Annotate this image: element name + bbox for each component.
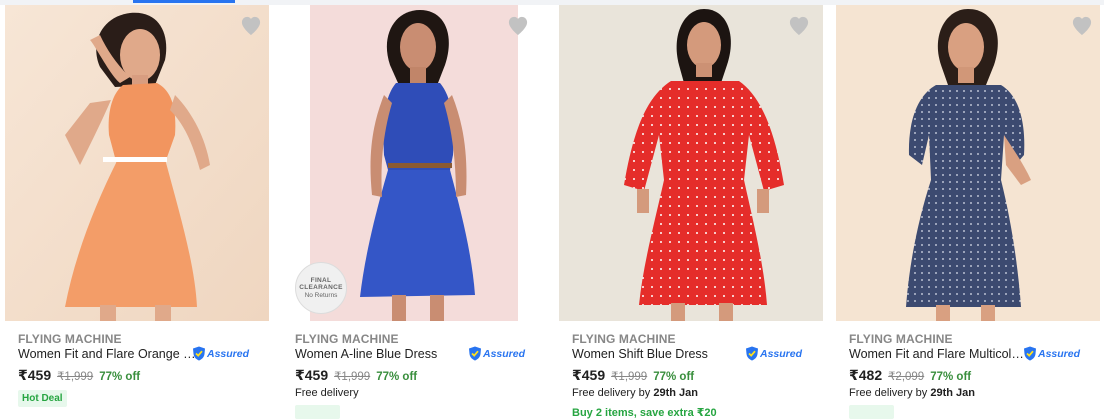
product-photo-navy-dress	[836, 5, 1100, 321]
product-brand: FLYING MACHINE	[849, 332, 953, 346]
delivery-date: 29th Jan	[930, 387, 975, 399]
product-image[interactable]	[5, 5, 269, 321]
product-brand: FLYING MACHINE	[295, 332, 399, 346]
original-price: ₹1,999	[611, 371, 648, 383]
offer-chip	[295, 405, 340, 419]
delivery-info: Free delivery by 29th Jan	[572, 387, 698, 399]
product-brand: FLYING MACHINE	[572, 332, 676, 346]
stamp-line-final: FINAL	[310, 276, 332, 284]
selling-price: ₹459	[18, 367, 52, 383]
delivery-text: Free delivery by	[849, 387, 928, 399]
product-photo-red-dress	[559, 5, 823, 321]
top-accent-bar	[133, 0, 235, 3]
product-card[interactable]: FLYING MACHINE Women Shift Blue Dress As…	[559, 5, 825, 419]
assured-shield-icon	[469, 346, 481, 361]
assured-label: Assured	[760, 347, 803, 360]
price-row: ₹482 ₹2,099 77% off	[849, 367, 971, 384]
product-brand: FLYING MACHINE	[18, 332, 122, 346]
discount-percent: 77% off	[376, 371, 418, 383]
delivery-info: Free delivery by 29th Jan	[849, 387, 975, 399]
assured-badge: Assured	[192, 346, 249, 361]
wishlist-heart-icon[interactable]	[239, 14, 263, 38]
product-title[interactable]: Women Shift Blue Dress	[572, 347, 750, 361]
product-title[interactable]: Women Fit and Flare Orange Dre...	[18, 347, 196, 361]
price-row: ₹459 ₹1,999 77% off	[572, 367, 694, 384]
assured-label: Assured	[207, 347, 250, 360]
product-photo-orange-dress	[5, 5, 269, 321]
delivery-info: Free delivery	[295, 387, 359, 399]
assured-shield-icon	[193, 346, 205, 361]
product-image[interactable]	[836, 5, 1100, 321]
product-title[interactable]: Women Fit and Flare Multicolor ...	[849, 347, 1027, 361]
hot-deal-badge: Hot Deal	[18, 390, 67, 407]
assured-shield-icon	[746, 346, 758, 361]
final-clearance-stamp: FINAL CLEARANCE No Returns	[295, 262, 347, 314]
price-row: ₹459 ₹1,999 77% off	[295, 367, 417, 384]
assured-label: Assured	[483, 347, 526, 360]
delivery-date: 29th Jan	[653, 387, 698, 399]
selling-price: ₹459	[295, 367, 329, 383]
product-card[interactable]: FLYING MACHINE Women Fit and Flare Multi…	[836, 5, 1102, 419]
assured-badge: Assured	[745, 346, 802, 361]
stamp-line-no-returns: No Returns	[304, 291, 338, 299]
selling-price: ₹459	[572, 367, 606, 383]
product-image[interactable]	[559, 5, 823, 321]
product-title[interactable]: Women A-line Blue Dress	[295, 347, 473, 361]
bundle-offer: Buy 2 items, save extra ₹20	[572, 407, 717, 419]
assured-badge: Assured	[468, 346, 525, 361]
delivery-text: Free delivery by	[572, 387, 651, 399]
discount-percent: 77% off	[653, 371, 695, 383]
original-price: ₹2,099	[888, 371, 925, 383]
assured-label: Assured	[1038, 347, 1081, 360]
price-row: ₹459 ₹1,999 77% off	[18, 367, 140, 384]
product-card[interactable]: FINAL CLEARANCE No Returns FLYING MACHIN…	[282, 5, 548, 419]
wishlist-heart-icon[interactable]	[506, 14, 530, 38]
discount-percent: 77% off	[99, 371, 141, 383]
original-price: ₹1,999	[334, 371, 371, 383]
original-price: ₹1,999	[57, 371, 94, 383]
wishlist-heart-icon[interactable]	[787, 14, 811, 38]
wishlist-heart-icon[interactable]	[1070, 14, 1094, 38]
discount-percent: 77% off	[930, 371, 972, 383]
product-grid: FLYING MACHINE Women Fit and Flare Orang…	[5, 5, 1102, 419]
selling-price: ₹482	[849, 367, 883, 383]
assured-shield-icon	[1024, 346, 1036, 361]
offer-chip	[849, 405, 894, 419]
assured-badge: Assured	[1023, 346, 1080, 361]
stamp-line-clearance: CLEARANCE	[299, 284, 343, 292]
product-card[interactable]: FLYING MACHINE Women Fit and Flare Orang…	[5, 5, 271, 412]
